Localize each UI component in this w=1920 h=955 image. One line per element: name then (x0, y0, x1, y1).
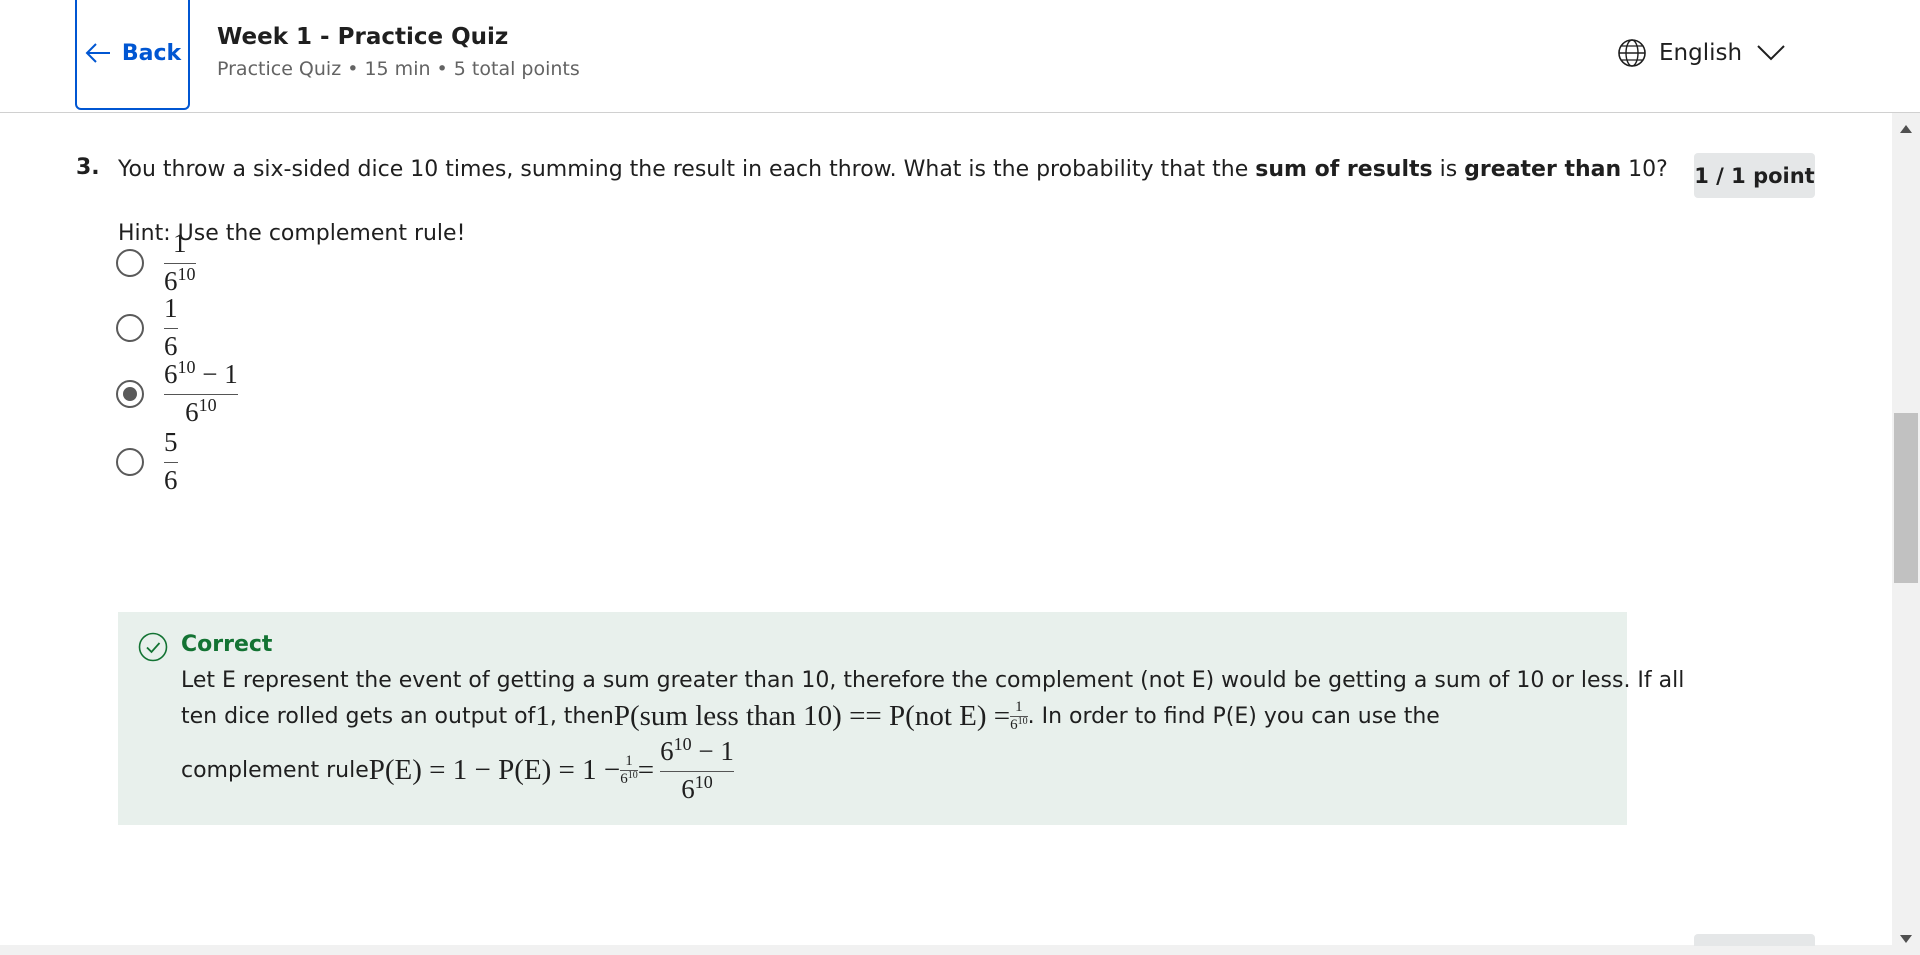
answer-option-1[interactable]: 1 610 (116, 228, 196, 297)
quiz-subtitle: Practice Quiz • 15 min • 5 total points (217, 58, 580, 80)
answer-option-2[interactable]: 1 6 (116, 293, 178, 362)
chevron-down-icon (1757, 45, 1785, 61)
language-selector[interactable]: English (1617, 38, 1786, 68)
answer-option-4[interactable]: 5 6 (116, 427, 178, 496)
globe-icon (1618, 39, 1646, 67)
quiz-title: Week 1 - Practice Quiz (217, 24, 509, 50)
back-button[interactable]: Back (75, 0, 190, 110)
question-number: 3. (76, 155, 100, 180)
fraction: 610 − 1 610 (164, 357, 238, 428)
fraction: 1 610 (164, 228, 196, 297)
arrow-left-icon (85, 43, 110, 63)
scroll-up-arrow-icon[interactable] (1900, 125, 1912, 133)
math-expression: P(E) = 1 − P(E) = 1 − (368, 754, 621, 787)
answer-option-3[interactable]: 610 − 1 610 (116, 357, 238, 428)
feedback-line-2: ten dice rolled gets an output of 1, the… (181, 699, 1440, 733)
fraction: 1 6 (164, 293, 178, 362)
radio-button[interactable] (116, 313, 144, 342)
language-label: English (1659, 40, 1743, 66)
radio-button-selected[interactable] (116, 379, 144, 408)
quiz-header: Back Week 1 - Practice Quiz Practice Qui… (0, 0, 1920, 113)
horizontal-scrollbar[interactable] (0, 945, 1892, 955)
fraction: 5 6 (164, 427, 178, 496)
scrollbar-thumb[interactable] (1894, 413, 1918, 583)
vertical-scrollbar[interactable] (1892, 113, 1920, 955)
question-text: You throw a six-sided dice 10 times, sum… (118, 157, 1668, 182)
small-fraction: 1 610 (1010, 699, 1028, 733)
scroll-down-arrow-icon[interactable] (1900, 935, 1912, 943)
radio-button[interactable] (116, 248, 144, 277)
feedback-line-1: Let E represent the event of getting a s… (181, 668, 1685, 693)
quiz-content: 3. You throw a six-sided dice 10 times, … (0, 113, 1892, 955)
math-expression: P(sum less than 10) == P(not E) = (613, 700, 1011, 732)
feedback-line-3: complement rule P(E) = 1 − P(E) = 1 − 16… (181, 734, 734, 805)
feedback-status: Correct (181, 632, 273, 657)
feedback-panel: Correct Let E represent the event of get… (118, 612, 1684, 825)
next-points-badge (1694, 934, 1815, 946)
check-circle-icon (138, 632, 168, 662)
radio-button[interactable] (116, 447, 144, 476)
points-badge: 1 / 1 point (1694, 153, 1815, 198)
fraction: 610 − 1 610 (660, 734, 734, 805)
small-fraction: 1 610 (620, 753, 638, 788)
back-label: Back (121, 40, 182, 66)
